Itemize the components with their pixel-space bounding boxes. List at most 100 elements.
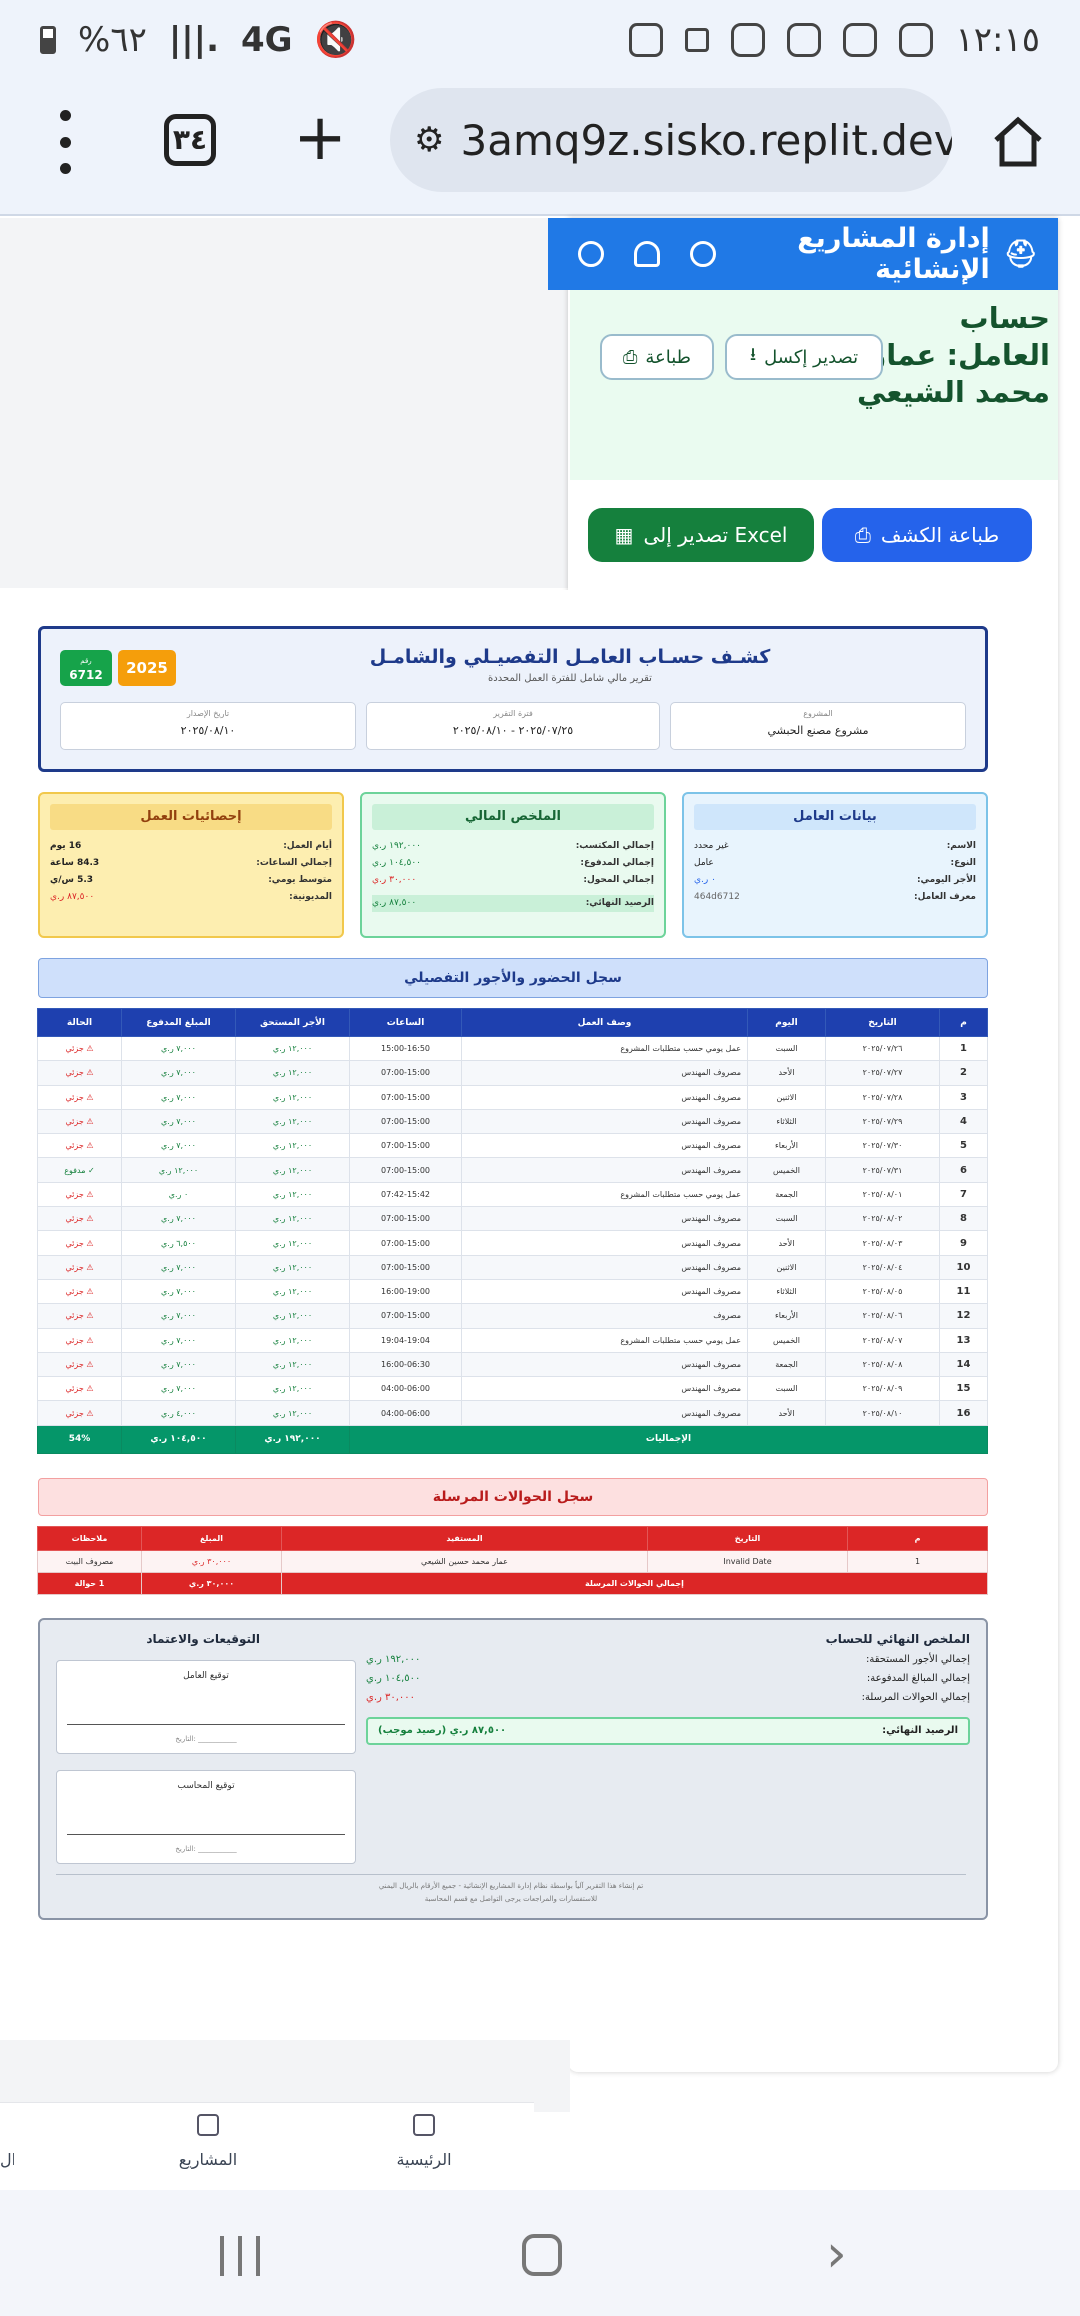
table-cell: ⚠ جزئي: [37, 1303, 122, 1329]
table-cell: الثلاثاء: [747, 1278, 826, 1305]
nav-home[interactable]: الرئيسية: [384, 2114, 464, 2169]
table-cell: ٧,٠٠٠ ر.ي: [121, 1303, 236, 1329]
page-background: [0, 218, 570, 588]
project-box: المشروع مشروع مصنع الحبشي: [670, 702, 966, 750]
transfers-section-title: سجل الحوالات المرسلة: [38, 1478, 988, 1516]
user-icon[interactable]: [578, 241, 604, 267]
print-button[interactable]: ⎙ طباعة: [600, 334, 714, 380]
table-cell: ٢٠٢٥/٠٧/٢٧: [825, 1060, 940, 1086]
table-cell: 2: [939, 1060, 988, 1086]
nav-projects[interactable]: المشاريع: [168, 2114, 248, 2169]
table-cell: مصروف المهندس: [461, 1084, 748, 1110]
totals-cell: 54%: [37, 1424, 122, 1454]
table-row: 12 ٢٠٢٥/٠٨/٠٦ الأربعاء مصروف 07:00-15:00 ١٢,٠…: [37, 1303, 988, 1329]
table-cell: 16:00-19:00: [349, 1278, 462, 1305]
building-icon: [197, 2114, 219, 2136]
nav-more[interactable]: ال: [0, 2114, 14, 2169]
table-cell: مصروف المهندس: [461, 1133, 748, 1159]
print-statement-button[interactable]: ⎙ طباعة الكشف: [822, 508, 1032, 562]
table-cell: الاثنين: [747, 1084, 826, 1110]
totals-cell: 1 حوالة: [37, 1572, 142, 1595]
export-to-excel-button[interactable]: ▦ تصدير إلى Excel: [588, 508, 814, 562]
app-icon: [685, 28, 710, 52]
table-cell: مصروف: [461, 1303, 748, 1329]
battery-icon: [40, 26, 56, 54]
table-cell: ⚠ جزئي: [37, 1278, 122, 1305]
recent-apps-button[interactable]: [220, 2236, 260, 2276]
table-cell: 14: [939, 1351, 988, 1378]
table-cell: ٢٠٢٥/٠٨/٠٢: [825, 1206, 940, 1232]
table-cell: ✓ مدفوع: [37, 1157, 122, 1183]
column-header: التاريخ: [825, 1008, 940, 1037]
table-cell: 11: [939, 1278, 988, 1305]
table-cell: عمل يومي حسب متطلبات المشروع: [461, 1327, 748, 1353]
column-header: الأجر المستحق: [235, 1008, 350, 1037]
number-badge: رقم 6712: [60, 650, 112, 686]
mute-icon: 🔇: [314, 20, 357, 60]
home-icon[interactable]: [988, 112, 1048, 172]
app-title-text: إدارة المشاريع الإنشائية: [797, 223, 990, 285]
home-button[interactable]: [522, 2234, 562, 2276]
table-cell: 07:00-15:00: [349, 1254, 462, 1280]
attendance-table: م التاريخ اليوم وصف العمل الساعات الأجر المست…: [37, 1008, 988, 1454]
table-cell: ١٢,٠٠٠ ر.ي: [235, 1108, 350, 1135]
worker-info-card: بيانات العامل الاسم: غير محدد النوع: عامل …: [682, 792, 988, 938]
table-cell: 07:42-15:42: [349, 1181, 462, 1208]
shield-icon: [899, 23, 934, 57]
table-cell: ٢٠٢٥/٠٨/٠٣: [825, 1230, 940, 1256]
table-cell: الثلاثاء: [747, 1108, 826, 1135]
shield-icon: [787, 23, 822, 57]
table-cell: ١٢,٠٠٠ ر.ي: [235, 1181, 350, 1208]
table-cell: ٧,٠٠٠ ر.ي: [121, 1351, 236, 1378]
table-cell: ⚠ جزئي: [37, 1108, 122, 1135]
table-cell: ١٢,٠٠٠ ر.ي: [235, 1303, 350, 1329]
tab-switcher-button[interactable]: ٣٤: [164, 114, 216, 166]
table-cell: الأحد: [747, 1060, 826, 1086]
table-cell: ١٢,٠٠٠ ر.ي: [235, 1327, 350, 1353]
back-button[interactable]: ›: [826, 2224, 866, 2284]
signal-icon: |||.: [168, 20, 220, 60]
table-cell: 07:00-15:00: [349, 1084, 462, 1110]
table-cell: 12: [939, 1303, 988, 1329]
period-box: فترة التقرير ٢٠٢٥/٠٧/٢٥ - ٢٠٢٥/٠٨/١٠: [366, 702, 660, 750]
table-cell: السبت: [747, 1035, 826, 1062]
table-cell: ١٢,٠٠٠ ر.ي: [235, 1254, 350, 1280]
address-bar[interactable]: ⚙ 3amq9z.sisko.replit.dev: [390, 88, 952, 192]
table-cell: الجمعة: [747, 1181, 826, 1208]
table-cell: ⚠ جزئي: [37, 1351, 122, 1378]
app-title: ⛑ إدارة المشاريع الإنشائية: [716, 223, 1038, 285]
table-row: 4 ٢٠٢٥/٠٧/٢٩ الثلاثاء مصروف المهندس 07:00-15…: [37, 1108, 988, 1135]
table-cell: ⚠ جزئي: [37, 1181, 122, 1208]
status-time: ١٢:١٥: [955, 20, 1040, 60]
table-cell: ٧,٠٠٠ ر.ي: [121, 1327, 236, 1353]
work-stats-card: إحصائيات العمل أيام العمل: 16 يوم إجمالي …: [38, 792, 344, 938]
export-excel-button[interactable]: ⭳ تصدير إكسل: [725, 334, 883, 380]
table-cell: عمل يومي حسب متطلبات المشروع: [461, 1035, 748, 1062]
table-cell: 04:00-06:00: [349, 1376, 462, 1402]
table-cell: 13: [939, 1327, 988, 1353]
table-cell: 1: [939, 1035, 988, 1062]
table-cell: ٧,٠٠٠ ر.ي: [121, 1060, 236, 1086]
totals-cell: ٣٠,٠٠٠ ر.ي: [141, 1572, 282, 1595]
column-header: م: [939, 1008, 988, 1037]
table-cell: ١٢,٠٠٠ ر.ي: [235, 1084, 350, 1110]
table-cell: ١٢,٠٠٠ ر.ي: [235, 1278, 350, 1305]
new-tab-button[interactable]: +: [290, 106, 350, 170]
table-cell: مصروف المهندس: [461, 1157, 748, 1183]
bell-icon[interactable]: [634, 241, 660, 267]
settings-icon[interactable]: [690, 241, 716, 267]
final-summary-title: الملخص النهائي للحساب: [825, 1632, 970, 1646]
column-header: المبلغ: [141, 1526, 282, 1551]
table-cell: 07:00-15:00: [349, 1303, 462, 1329]
site-settings-icon[interactable]: ⚙: [414, 120, 444, 160]
table-cell: مصروف المهندس: [461, 1230, 748, 1256]
table-cell: 07:00-15:00: [349, 1060, 462, 1086]
browser-menu-button[interactable]: [50, 110, 80, 174]
shield-icon: [731, 23, 766, 57]
table-cell: مصروف المهندس: [461, 1400, 748, 1426]
table-cell: 15: [939, 1376, 988, 1402]
table-cell: مصروف المهندس: [461, 1206, 748, 1232]
table-cell: 4: [939, 1108, 988, 1135]
column-header: اليوم: [747, 1008, 826, 1037]
table-cell: ⚠ جزئي: [37, 1206, 122, 1232]
